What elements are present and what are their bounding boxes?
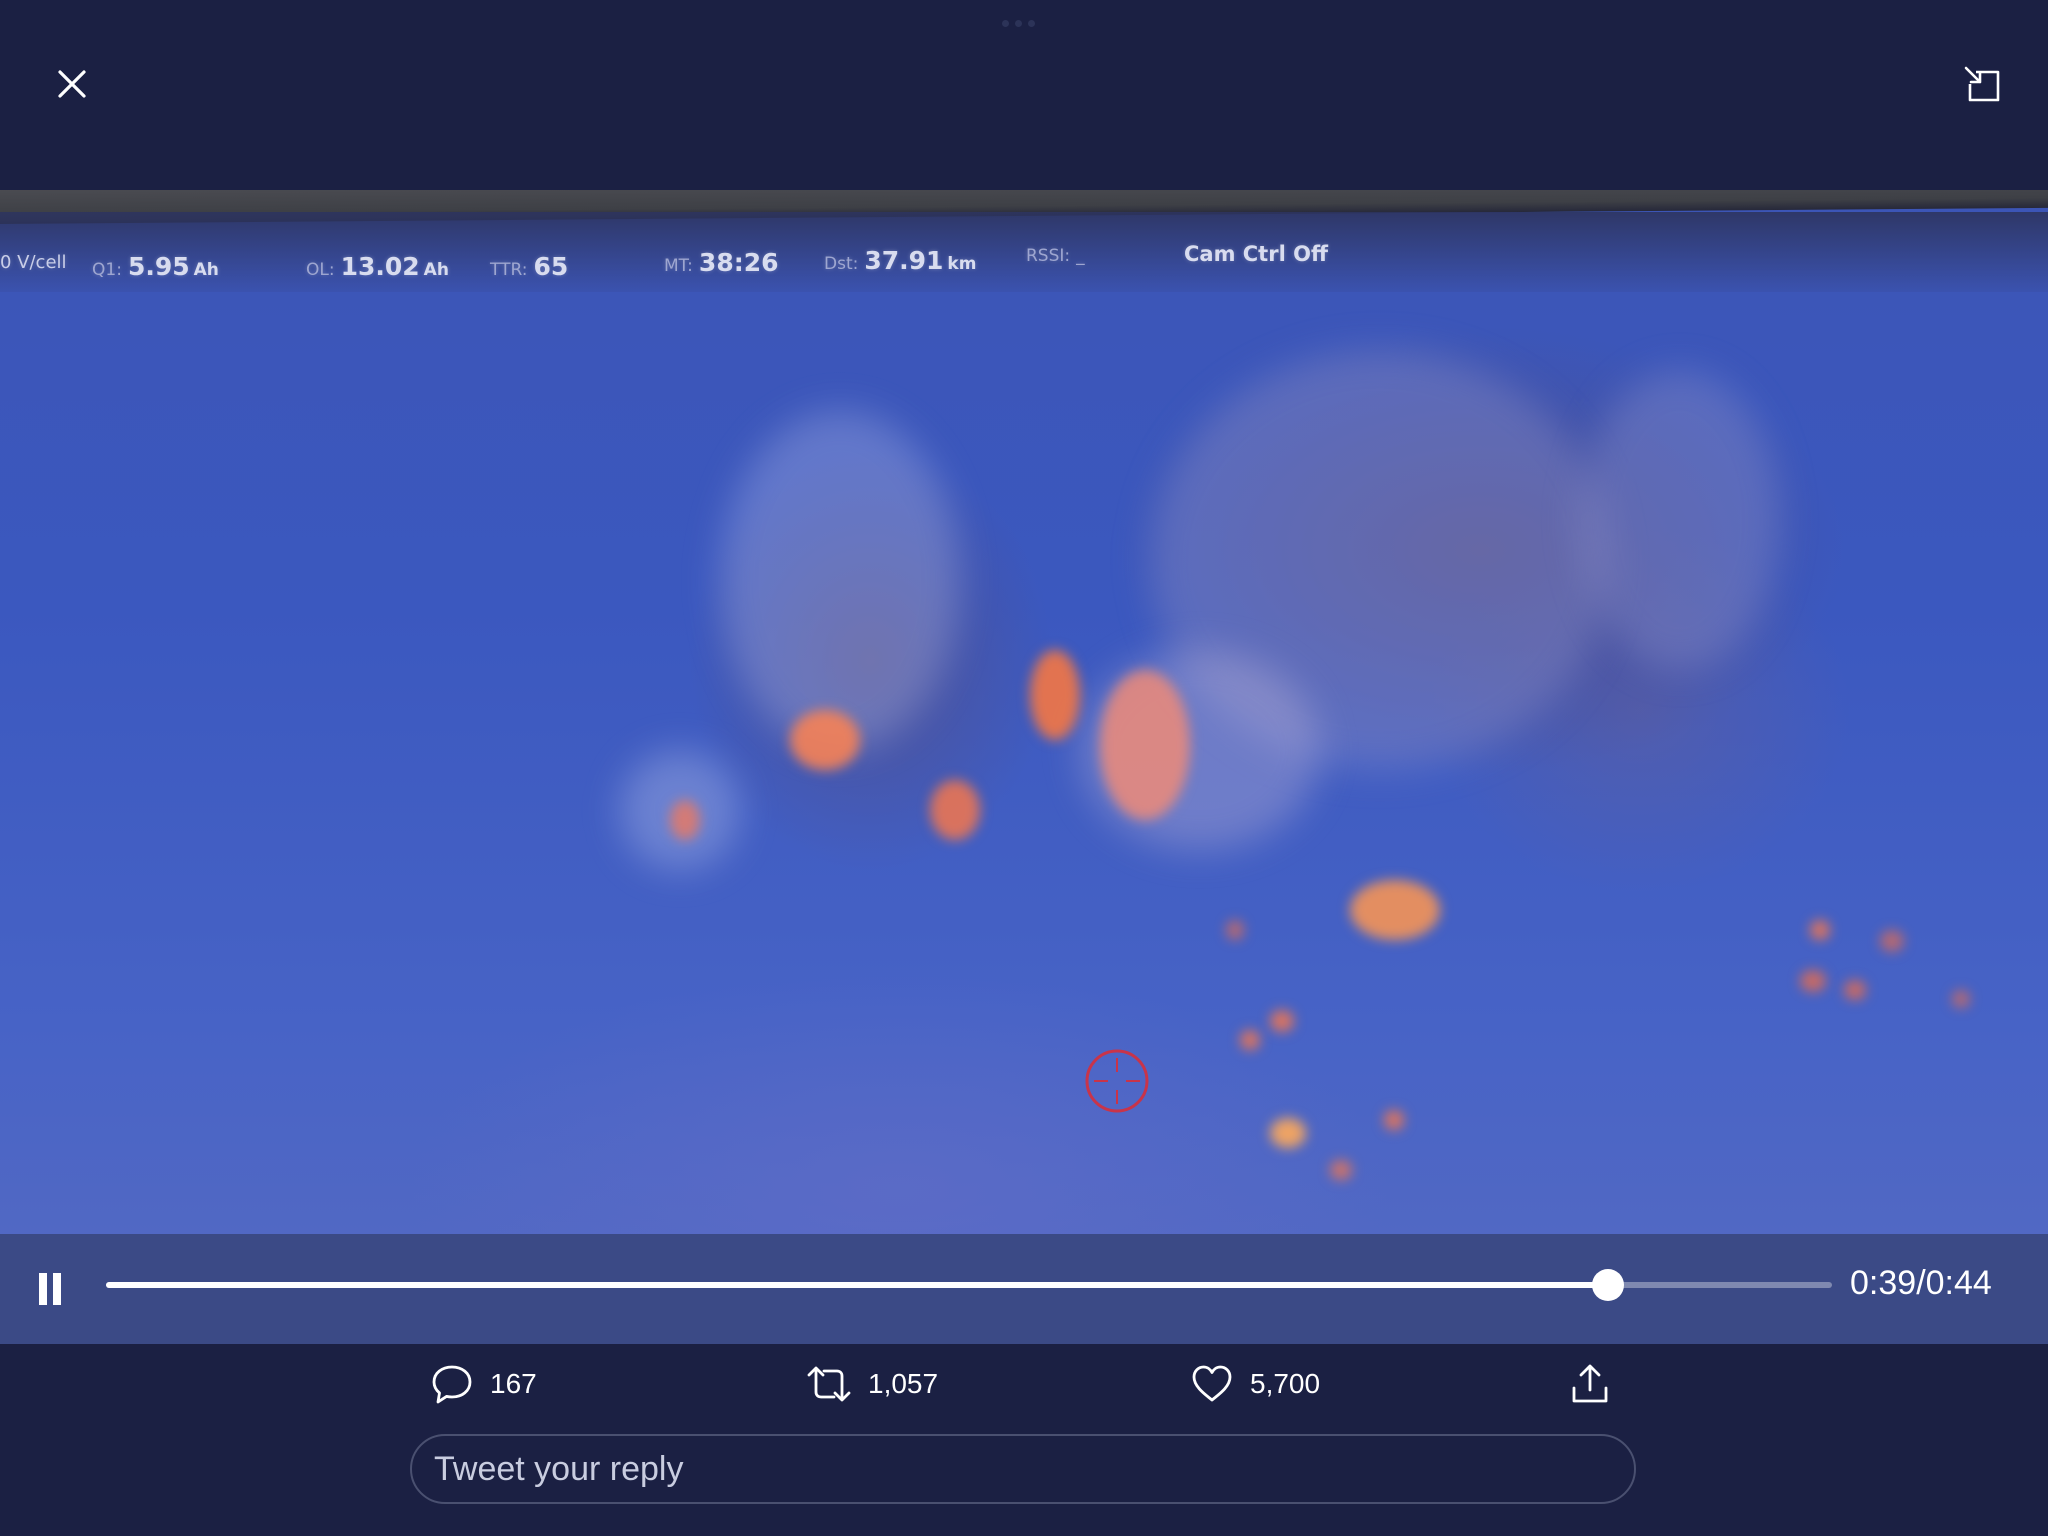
time-display: 0:39/0:44 <box>1850 1264 1992 1303</box>
video-player[interactable]: 0 V/cell Q1: 5.95 Ah OL: 13.02 Ah TTR: 65 MT:… <box>0 190 2048 1234</box>
smoke-plume <box>1580 370 1780 670</box>
fire-hotspot <box>1270 1010 1294 1032</box>
picture-in-picture-button[interactable] <box>1954 56 2010 112</box>
fire-hotspot <box>1350 880 1440 940</box>
fire-hotspot <box>1880 930 1904 952</box>
reply-button[interactable]: 167 <box>430 1354 537 1414</box>
hud-rssi: RSSI: _ <box>1026 246 1085 266</box>
comment-icon <box>432 1365 472 1404</box>
fire-hotspot <box>1384 1110 1404 1130</box>
fire-hotspot <box>1240 1030 1260 1050</box>
retweet-count: 1,057 <box>868 1368 939 1399</box>
sheet-grabber[interactable] <box>1002 20 1035 27</box>
crosshair-icon <box>1085 1049 1149 1113</box>
hud-ol: OL: 13.02 Ah <box>306 252 449 281</box>
current-time: 0:39 <box>1850 1264 1917 1302</box>
hud-mt: MT: 38:26 <box>664 248 779 277</box>
progress-bar[interactable] <box>106 1269 1832 1301</box>
fire-hotspot <box>1226 920 1244 940</box>
hud-camera-control: Cam Ctrl Off <box>1184 242 1328 266</box>
picture-in-picture-icon <box>1964 66 2000 102</box>
video-viewer: 0 V/cell Q1: 5.95 Ah OL: 13.02 Ah TTR: 65 MT:… <box>0 0 2048 1536</box>
fire-hotspot <box>1330 1160 1352 1180</box>
share-icon <box>1572 1364 1608 1403</box>
fire-hotspot <box>1952 990 1970 1008</box>
hud-cell-voltage: 0 V/cell <box>0 252 67 273</box>
fire-hotspot <box>790 710 860 770</box>
fire-hotspot <box>1030 650 1080 740</box>
reply-input[interactable] <box>410 1434 1636 1504</box>
retweet-button[interactable]: 1,057 <box>806 1354 938 1414</box>
pause-icon <box>39 1273 61 1305</box>
retweet-icon <box>807 1366 851 1402</box>
like-button[interactable]: 5,700 <box>1190 1354 1320 1414</box>
fire-hotspot <box>1270 1118 1306 1148</box>
fire-hotspot <box>1100 670 1190 820</box>
hud-dst: Dst: 37.91 km <box>824 246 977 275</box>
tweet-actions: 167 1,057 5,700 <box>0 1344 2048 1444</box>
like-count: 5,700 <box>1250 1368 1321 1399</box>
fire-hotspot <box>1800 970 1826 992</box>
progress-fill <box>106 1282 1608 1288</box>
close-button[interactable] <box>44 56 100 112</box>
time-separator: / <box>1916 1264 1926 1302</box>
fire-hotspot <box>670 800 700 840</box>
close-icon <box>58 70 86 98</box>
heart-icon <box>1192 1365 1232 1402</box>
duration: 0:44 <box>1925 1264 1992 1302</box>
pause-button[interactable] <box>30 1264 70 1314</box>
fire-hotspot <box>1810 920 1830 940</box>
reply-count: 167 <box>490 1368 537 1399</box>
fire-hotspot <box>1844 980 1866 1000</box>
hud-q1: Q1: 5.95 Ah <box>92 252 219 281</box>
hud-ttr: TTR: 65 <box>490 252 569 281</box>
share-button[interactable] <box>1568 1354 1612 1414</box>
fire-hotspot <box>930 780 980 840</box>
smoke-plume <box>720 410 960 750</box>
video-controls: 0:39/0:44 <box>0 1234 2048 1344</box>
scrubber-handle[interactable] <box>1591 1269 1624 1301</box>
